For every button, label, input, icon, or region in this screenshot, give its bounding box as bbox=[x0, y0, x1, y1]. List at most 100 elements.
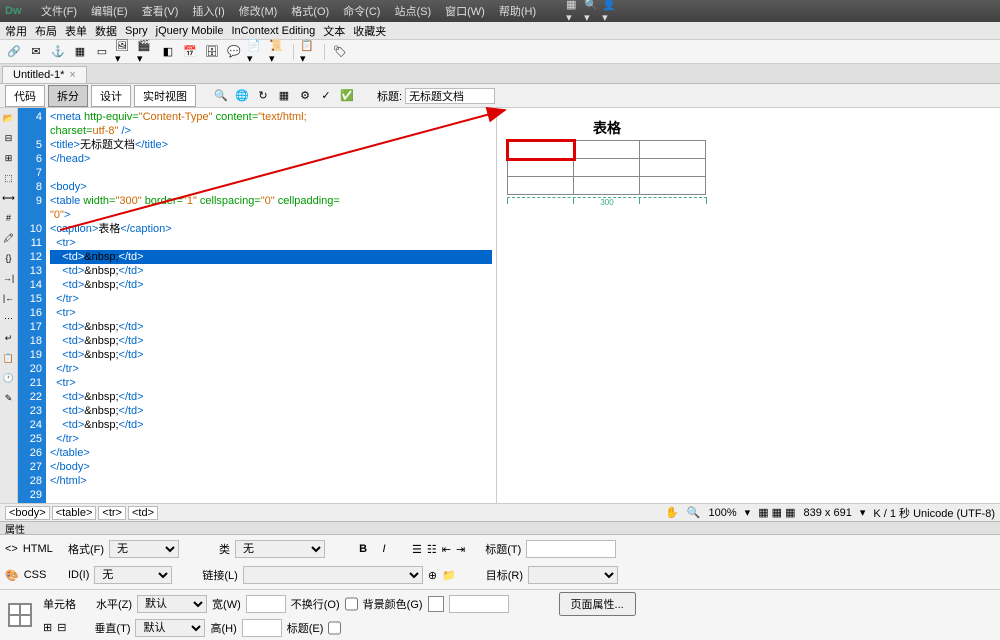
hyperlink-icon[interactable]: 🔗 bbox=[5, 43, 23, 61]
comment-icon[interactable]: 💬 bbox=[225, 43, 243, 61]
table-cell[interactable] bbox=[508, 159, 574, 177]
horiz-select[interactable]: 默认 bbox=[137, 595, 207, 613]
tab-jquery[interactable]: jQuery Mobile bbox=[156, 25, 224, 37]
menu-help[interactable]: 帮助(H) bbox=[493, 1, 542, 21]
tool-select-icon[interactable]: ⬚ bbox=[2, 171, 16, 185]
menu-modify[interactable]: 修改(M) bbox=[233, 1, 284, 21]
view-code-button[interactable]: 代码 bbox=[5, 85, 45, 107]
split-cells-icon[interactable]: ⊟ bbox=[57, 621, 66, 634]
tab-data[interactable]: 数据 bbox=[95, 23, 117, 39]
tab-text[interactable]: 文本 bbox=[323, 23, 345, 39]
zoom-hand-icon[interactable]: ✋ bbox=[665, 506, 679, 519]
date-icon[interactable]: 📅 bbox=[181, 43, 199, 61]
toolbar-validate-icon[interactable]: ✓ bbox=[317, 87, 335, 105]
table-cell[interactable] bbox=[508, 177, 574, 195]
menu-edit[interactable]: 编辑(E) bbox=[85, 1, 134, 21]
image-icon[interactable]: 🖼▾ bbox=[115, 43, 133, 61]
layout-icon[interactable]: ▦ ▾ bbox=[566, 3, 582, 19]
css-mode-icon[interactable]: 🎨 bbox=[5, 569, 19, 582]
cell-icon[interactable] bbox=[8, 603, 32, 627]
toolbar-globe-icon[interactable]: 🌐 bbox=[233, 87, 251, 105]
toolbar-inspect-icon[interactable]: 🔍 bbox=[212, 87, 230, 105]
tool-wrap-icon[interactable]: ↵ bbox=[2, 331, 16, 345]
menu-view[interactable]: 查看(V) bbox=[136, 1, 185, 21]
table-caption[interactable]: 表格 bbox=[507, 118, 707, 138]
menu-command[interactable]: 命令(C) bbox=[337, 1, 386, 21]
path-table[interactable]: <table> bbox=[52, 506, 97, 520]
window-dimensions[interactable]: 839 x 691 bbox=[804, 507, 852, 519]
height-input[interactable] bbox=[242, 619, 282, 637]
tab-forms[interactable]: 表单 bbox=[65, 23, 87, 39]
ol-icon[interactable]: ☷ bbox=[427, 543, 437, 556]
menu-insert[interactable]: 插入(I) bbox=[186, 1, 230, 21]
div-icon[interactable]: ▭ bbox=[93, 43, 111, 61]
menu-site[interactable]: 站点(S) bbox=[388, 1, 437, 21]
workspace-icon[interactable]: 👤 ▾ bbox=[602, 3, 618, 19]
indent-icon[interactable]: ⇥ bbox=[456, 543, 465, 556]
view-split-button[interactable]: 拆分 bbox=[48, 85, 88, 107]
code-content[interactable]: <meta http-equiv="Content-Type" content=… bbox=[46, 108, 496, 503]
design-table[interactable] bbox=[507, 140, 706, 195]
header-checkbox[interactable] bbox=[328, 619, 341, 637]
tool-highlight-icon[interactable]: 🖍 bbox=[2, 231, 16, 245]
document-tab[interactable]: Untitled-1* × bbox=[2, 66, 87, 83]
head-icon[interactable]: 📄▾ bbox=[247, 43, 265, 61]
table-row[interactable] bbox=[508, 141, 706, 159]
menu-format[interactable]: 格式(O) bbox=[285, 1, 335, 21]
table-cell[interactable] bbox=[574, 177, 640, 195]
target-select[interactable] bbox=[528, 566, 618, 584]
toolbar-options-icon[interactable]: ⚙ bbox=[296, 87, 314, 105]
table-row[interactable] bbox=[508, 177, 706, 195]
tag-icon[interactable]: 🏷 bbox=[331, 43, 349, 61]
toolbar-check-icon[interactable]: ✅ bbox=[338, 87, 356, 105]
table-row[interactable] bbox=[508, 159, 706, 177]
tool-comment-icon[interactable]: ⋯ bbox=[2, 311, 16, 325]
path-body[interactable]: <body> bbox=[5, 506, 50, 520]
tool-balance-icon[interactable]: ⟷ bbox=[2, 191, 16, 205]
link-select[interactable] bbox=[243, 566, 423, 584]
page-properties-button[interactable]: 页面属性... bbox=[559, 592, 636, 616]
table-cell[interactable] bbox=[574, 159, 640, 177]
tab-favorites[interactable]: 收藏夹 bbox=[353, 23, 386, 39]
html-mode-icon[interactable]: <> bbox=[5, 543, 18, 555]
table-cell[interactable] bbox=[640, 159, 706, 177]
class-select[interactable]: 无 bbox=[235, 540, 325, 558]
table-cell[interactable] bbox=[574, 141, 640, 159]
table-cell[interactable] bbox=[640, 141, 706, 159]
server-icon[interactable]: 🗄 bbox=[203, 43, 221, 61]
tool-syntax-icon[interactable]: {} bbox=[2, 251, 16, 265]
search-icon[interactable]: 🔍 ▾ bbox=[584, 3, 600, 19]
widget-icon[interactable]: ◧ bbox=[159, 43, 177, 61]
code-editor[interactable]: 4567891011121314151617181920212223242526… bbox=[18, 108, 496, 503]
title-input[interactable] bbox=[526, 540, 616, 558]
tool-lineno-icon[interactable]: # bbox=[2, 211, 16, 225]
menu-file[interactable]: 文件(F) bbox=[35, 1, 83, 21]
menu-window[interactable]: 窗口(W) bbox=[439, 1, 491, 21]
ul-icon[interactable]: ☰ bbox=[412, 543, 422, 556]
html-mode-label[interactable]: HTML bbox=[23, 543, 53, 555]
table-cell[interactable] bbox=[640, 177, 706, 195]
link-folder-icon[interactable]: 📁 bbox=[442, 569, 456, 582]
tool-recent-icon[interactable]: 🕐 bbox=[2, 371, 16, 385]
path-tr[interactable]: <tr> bbox=[98, 506, 126, 520]
table-icon[interactable]: ▦ bbox=[71, 43, 89, 61]
tool-snippet-icon[interactable]: 📋 bbox=[2, 351, 16, 365]
italic-button[interactable]: I bbox=[376, 543, 392, 555]
script-icon[interactable]: 📜▾ bbox=[269, 43, 287, 61]
zoom-tool-icon[interactable]: 🔍 bbox=[687, 506, 701, 519]
link-browse-icon[interactable]: ⊕ bbox=[428, 569, 437, 582]
tool-outdent-icon[interactable]: |← bbox=[2, 291, 16, 305]
tool-collapse-icon[interactable]: ⊟ bbox=[2, 131, 16, 145]
css-mode-label[interactable]: CSS bbox=[24, 569, 47, 581]
bold-button[interactable]: B bbox=[355, 543, 371, 555]
tab-layout[interactable]: 布局 bbox=[35, 23, 57, 39]
toolbar-nav-icon[interactable]: ▦ bbox=[275, 87, 293, 105]
bgcolor-input[interactable] bbox=[449, 595, 509, 613]
media-icon[interactable]: 🎬▾ bbox=[137, 43, 155, 61]
zoom-level[interactable]: 100% bbox=[709, 507, 737, 519]
toolbar-refresh-icon[interactable]: ↻ bbox=[254, 87, 272, 105]
title-input[interactable] bbox=[405, 88, 495, 104]
format-select[interactable]: 无 bbox=[109, 540, 179, 558]
outdent-icon[interactable]: ⇤ bbox=[442, 543, 451, 556]
merge-cells-icon[interactable]: ⊞ bbox=[43, 621, 52, 634]
